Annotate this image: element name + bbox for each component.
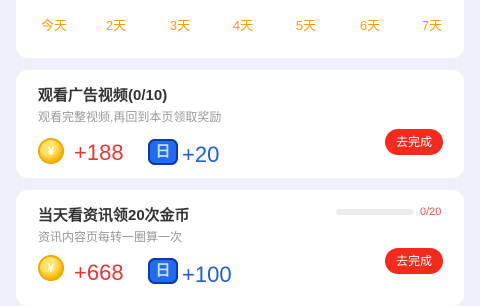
day-label: 今天 [40, 18, 67, 33]
day-label: 4天 [232, 18, 254, 33]
blue-reward-icon: 日 [148, 139, 178, 165]
task-card-watch-ads: 观看广告视频(0/10) 观看完整视频,再回到本页领取奖励 ¥ +188 日 +… [16, 70, 464, 178]
task-description: 观看完整视频,再回到本页领取奖励 [38, 110, 222, 124]
task-card-read-news: 当天看资讯领20次金币 0/20 资讯内容页每转一圈算一次 ¥ +668 日 +… [16, 190, 464, 306]
daily-checkin-card: 今天 2天 3天 4天 5天 6天 7天 [16, 0, 464, 58]
day-label: 6天 [359, 18, 381, 33]
progress-bar [336, 209, 414, 215]
coin-reward: +668 [74, 260, 124, 285]
day-label: 3天 [169, 18, 191, 33]
progress-text: 0/20 [420, 206, 442, 218]
task-title: 观看广告视频(0/10) [38, 87, 168, 104]
gold-coin-icon: ¥ [38, 138, 64, 164]
day-label: 5天 [295, 18, 317, 33]
task-description: 资讯内容页每转一圈算一次 [38, 230, 183, 244]
blue-reward-icon: 日 [148, 258, 178, 284]
coin-reward: +188 [74, 140, 124, 165]
go-complete-button[interactable]: 去完成 [385, 129, 443, 155]
bucket-reward: +100 [182, 262, 232, 287]
go-complete-button[interactable]: 去完成 [385, 248, 443, 274]
day-label: 7天 [421, 18, 443, 33]
gold-coin-icon: ¥ [38, 255, 64, 281]
task-title: 当天看资讯领20次金币 [38, 207, 190, 224]
bucket-reward: +20 [182, 142, 220, 167]
day-label: 2天 [105, 18, 127, 33]
